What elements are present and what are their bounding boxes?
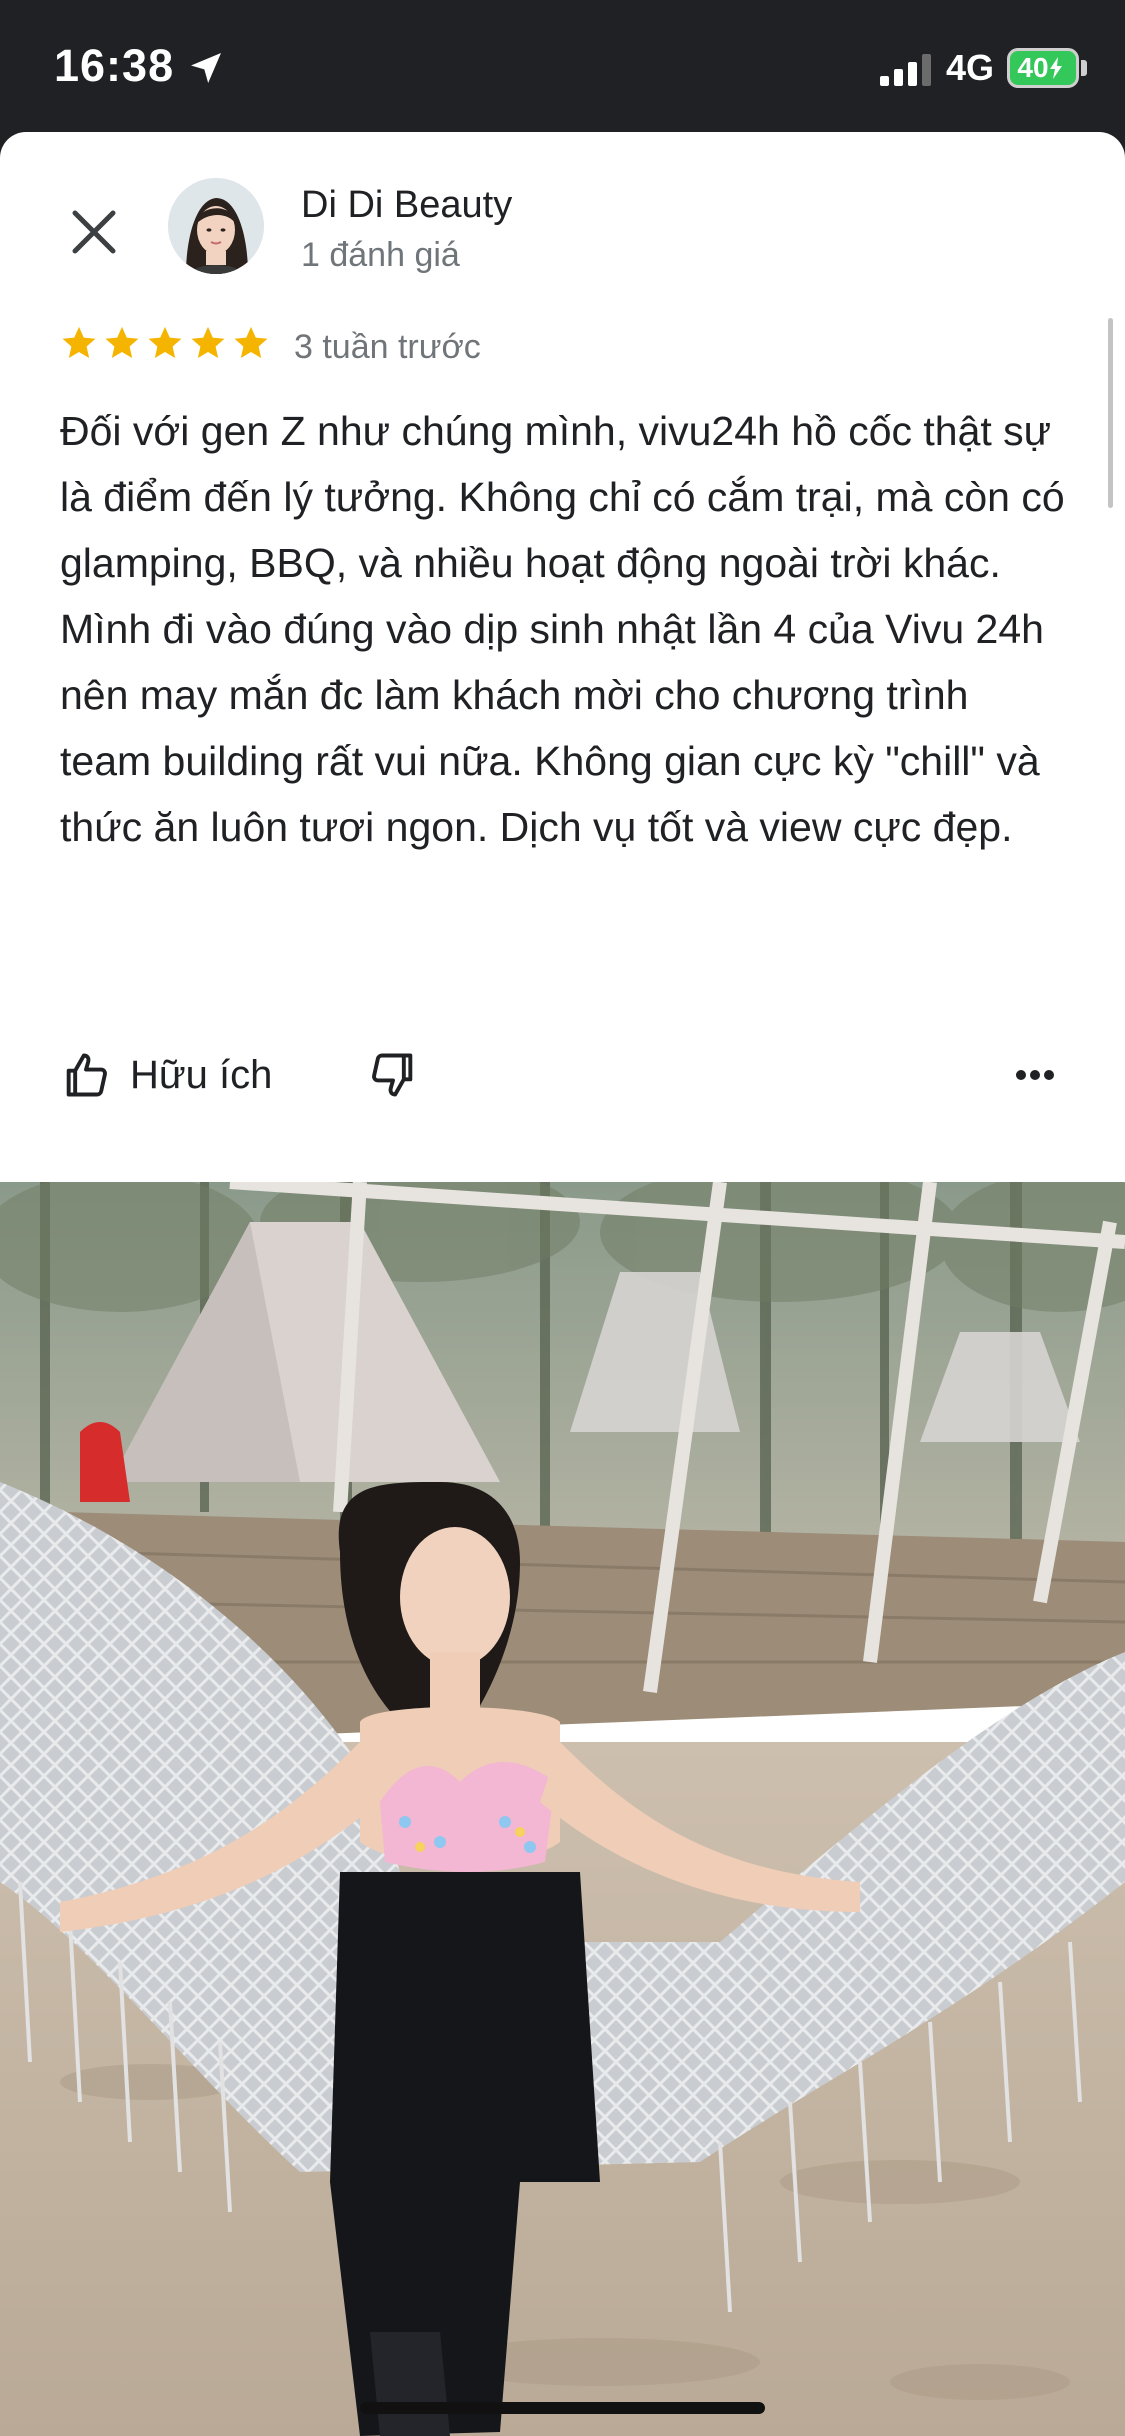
not-helpful-button[interactable]	[358, 1040, 428, 1110]
review-sheet: Di Di Beauty 1 đánh giá 3 tuần trước Đối…	[0, 132, 1125, 2436]
review-text: Đối với gen Z như chúng mình, vivu24h hồ…	[60, 408, 1065, 850]
home-indicator[interactable]	[360, 2402, 765, 2414]
star-icon	[62, 326, 96, 359]
status-time: 16:38	[54, 40, 175, 91]
network-type: 4G	[946, 47, 995, 88]
star-icon	[105, 326, 139, 359]
thumbs-down-icon	[372, 1053, 413, 1097]
star-rating	[60, 324, 270, 362]
battery-indicator: 40	[1007, 48, 1079, 88]
reviewer-review-count: 1 đánh giá	[301, 236, 460, 274]
avatar[interactable]	[168, 178, 264, 274]
close-icon	[72, 210, 116, 254]
signal-icon	[880, 54, 931, 86]
review-photo[interactable]	[0, 1182, 1125, 2436]
thumbs-up-icon	[66, 1053, 107, 1097]
more-icon	[1016, 1070, 1054, 1080]
battery-cap	[1081, 60, 1087, 76]
charging-bolt-icon	[1049, 57, 1062, 79]
helpful-label: Hữu ích	[130, 1052, 273, 1097]
star-icon	[148, 326, 182, 359]
reviewer-name[interactable]: Di Di Beauty	[301, 184, 512, 227]
review-time: 3 tuần trước	[294, 328, 481, 366]
close-button[interactable]	[62, 200, 126, 264]
review-photo-image	[0, 1182, 1125, 2436]
scrollbar[interactable]	[1108, 318, 1113, 508]
star-icon	[234, 326, 268, 359]
location-arrow-icon	[191, 53, 221, 83]
star-icon	[191, 326, 225, 359]
review-actions: Hữu ích	[60, 1040, 1070, 1110]
avatar-photo	[168, 178, 264, 274]
helpful-button[interactable]: Hữu ích	[60, 1040, 272, 1110]
status-bar: 16:38 4G 40	[0, 0, 1125, 132]
more-options-button[interactable]	[1000, 1040, 1070, 1110]
battery-level: 40	[1017, 52, 1049, 83]
